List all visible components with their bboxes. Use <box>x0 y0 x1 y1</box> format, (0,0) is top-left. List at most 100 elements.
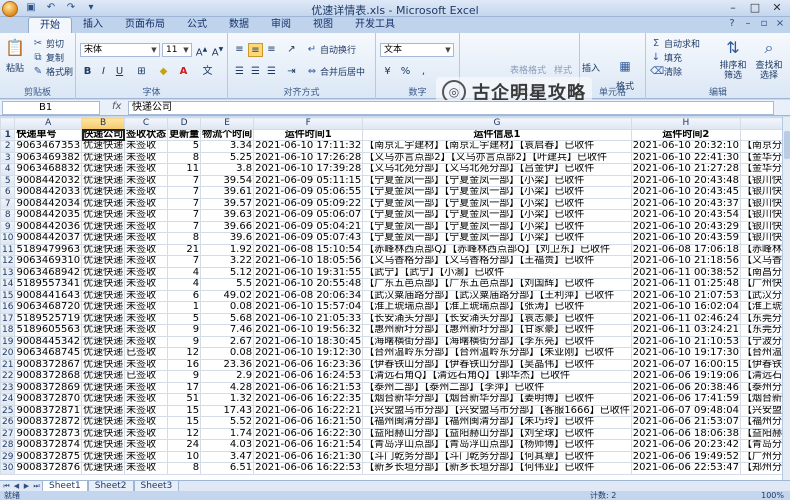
cell[interactable]: 51 <box>167 393 202 406</box>
ribbon-close-icon[interactable]: × <box>774 18 786 29</box>
row-header[interactable]: 27 <box>0 427 16 440</box>
cell[interactable]: 未签收 <box>124 404 169 417</box>
cell[interactable]: 5189557341 <box>14 278 83 291</box>
cell[interactable]: 【宁夏金凤一部】【宁夏金凤一部】【小梁】已收件 <box>362 174 632 187</box>
cell[interactable]: 【义乌香格分部】快件 <box>739 255 782 268</box>
cell[interactable]: 39.61 <box>200 186 255 199</box>
cell[interactable]: 【淮上琥瑞点部】【淮上琥瑞点部】【张涛】已收件 <box>362 301 632 314</box>
cell[interactable]: 未签收 <box>124 197 169 210</box>
cell[interactable]: 【台州温岭东分部】快 <box>739 347 782 360</box>
active-cell[interactable]: 快递公司 <box>81 128 126 141</box>
cell[interactable]: 3.34 <box>200 140 255 153</box>
cell[interactable]: 【宁夏金凤一部】【宁夏金凤一部】【小梁】已收件 <box>362 232 632 245</box>
cell[interactable]: 【烟台新华分部】快件 <box>739 393 782 406</box>
next-sheet-icon[interactable]: ▶ <box>22 481 31 491</box>
cell[interactable]: 未签收 <box>124 243 169 256</box>
align-center-icon[interactable]: ☰ <box>248 65 263 79</box>
font-size-select[interactable]: 11 ▼ <box>162 43 192 57</box>
cell[interactable]: 2021-06-10 21:10:53 <box>630 335 741 348</box>
row-header[interactable]: 6 <box>0 186 16 199</box>
cell[interactable]: 2021-06-10 21:18:56 <box>630 255 741 268</box>
column-header-f[interactable]: F <box>253 117 364 130</box>
cell[interactable]: 【泰州二部】【泰州二部】【李萍】已收件 <box>362 381 632 394</box>
cell[interactable]: 2021-06-11 03:24:21 <box>630 324 741 337</box>
row-header[interactable]: 24 <box>0 393 16 406</box>
cell[interactable]: 2021-06-08 20:06:34 <box>253 289 364 302</box>
cell[interactable]: 2021-06-10 22:41:30 <box>630 151 741 164</box>
cell[interactable] <box>739 128 782 141</box>
cell[interactable]: 7 <box>167 255 202 268</box>
cell[interactable]: 2021-06-06 16:21:50 <box>253 416 364 429</box>
cell[interactable]: 优速快递 <box>81 278 126 291</box>
cell[interactable]: 【义乌北苑分部】【义乌北苑分部】【吕金伊】已收件 <box>362 163 632 176</box>
cell[interactable]: 优速快递 <box>81 197 126 210</box>
cell[interactable]: 2021-06-06 17:41:59 <box>630 393 741 406</box>
cell[interactable]: 39.54 <box>200 174 255 187</box>
cell[interactable]: 2021-06-11 00:38:52 <box>630 266 741 279</box>
cell[interactable]: 2021-06-10 21:27:28 <box>630 163 741 176</box>
cell[interactable]: 9008372871 <box>14 404 83 417</box>
cell[interactable]: 更新量 <box>167 128 202 141</box>
formula-input[interactable]: 快递公司 <box>128 101 774 115</box>
cell[interactable]: 【长安涌头分部】【长安涌头分部】【袁志豪】已收件 <box>362 312 632 325</box>
font-color-icon[interactable]: A <box>176 65 191 79</box>
row-header[interactable]: 20 <box>0 347 16 360</box>
cell[interactable]: 15 <box>167 416 202 429</box>
comma-icon[interactable]: , <box>416 65 431 79</box>
cell[interactable]: 2021-06-10 21:05:33 <box>253 312 364 325</box>
cell[interactable]: 未签收 <box>124 335 169 348</box>
cell[interactable]: 9008445342 <box>14 335 83 348</box>
cell[interactable]: 未签收 <box>124 324 169 337</box>
row-header[interactable]: 19 <box>0 335 16 348</box>
cell[interactable]: 2021-06-10 21:07:53 <box>630 289 741 302</box>
wrap-text-button[interactable]: ↵ 自动换行 <box>306 43 356 57</box>
shrink-font-button[interactable]: A▼ <box>210 43 225 58</box>
cell[interactable]: 已签收 <box>124 347 169 360</box>
cell[interactable]: 未签收 <box>124 163 169 176</box>
paste-button[interactable]: 📋 粘贴 <box>4 37 26 74</box>
cell[interactable]: 7 <box>167 220 202 233</box>
cell[interactable]: 优速快递 <box>81 174 126 187</box>
cell[interactable]: 未签收 <box>124 427 169 440</box>
cell[interactable]: 2021-06-10 20:43:29 <box>630 220 741 233</box>
cell[interactable]: 2021-06-06 16:22:21 <box>253 404 364 417</box>
cell[interactable]: 【福州闽清分部】【福州闽清分部】【朱巧玲】已收件 <box>362 416 632 429</box>
column-header-c[interactable]: C <box>124 117 169 130</box>
cell[interactable]: 【武宁】【武宁】【小渝】已收件 <box>362 266 632 279</box>
cell[interactable]: 【武汉粟庙路分部】【武汉粟庙路分部】【王利萍】已收件 <box>362 289 632 302</box>
cell[interactable]: 【淮上琥瑞点部】快件 <box>739 301 782 314</box>
cell[interactable]: 2021-06-08 17:06:18 <box>630 243 741 256</box>
cell[interactable]: 5189525719 <box>14 312 83 325</box>
cell[interactable]: 未签收 <box>124 174 169 187</box>
column-header-a[interactable]: A <box>14 117 83 130</box>
cell[interactable]: 49.02 <box>200 289 255 302</box>
cell[interactable]: 优速快递 <box>81 255 126 268</box>
cell[interactable]: 2021-06-10 19:31:55 <box>253 266 364 279</box>
cell[interactable]: 2021-06-10 20:43:54 <box>630 209 741 222</box>
scroll-thumb[interactable] <box>784 131 790 159</box>
cell[interactable]: 【郑州分拨】快件已 <box>739 462 782 475</box>
cell[interactable]: 9008442033 <box>14 186 83 199</box>
cell[interactable]: 5.25 <box>200 151 255 164</box>
row-header[interactable]: 30 <box>0 462 16 475</box>
cell[interactable]: 21 <box>167 243 202 256</box>
cell[interactable]: 优速快递 <box>81 347 126 360</box>
tab-formulas[interactable]: 公式 <box>176 17 218 33</box>
cell[interactable]: 2021-06-10 18:05:56 <box>253 255 364 268</box>
cell[interactable]: 【伊春铁山分部】快件 <box>739 358 782 371</box>
ribbon-restore-icon[interactable]: ▫ <box>758 18 770 29</box>
row-header[interactable]: 12 <box>0 255 16 268</box>
cell[interactable]: 【赤峰林西点部Q】【赤峰林西点部Q】【刘卫东】已收件 <box>362 243 632 256</box>
cell[interactable]: 未签收 <box>124 266 169 279</box>
cell[interactable]: 39.57 <box>200 197 255 210</box>
cell[interactable]: 9008372872 <box>14 416 83 429</box>
row-header[interactable]: 16 <box>0 301 16 314</box>
row-header[interactable]: 15 <box>0 289 16 302</box>
name-box[interactable]: B1 <box>2 101 100 115</box>
cell[interactable]: 10 <box>167 450 202 463</box>
cell[interactable]: 物流个时间 <box>200 128 255 141</box>
cell[interactable]: 9008372875 <box>14 450 83 463</box>
cell[interactable]: 【宁夏金凤一部】【宁夏金凤一部】【小梁】已收件 <box>362 209 632 222</box>
percent-icon[interactable]: % <box>398 65 413 79</box>
cell[interactable]: 4.03 <box>200 439 255 452</box>
